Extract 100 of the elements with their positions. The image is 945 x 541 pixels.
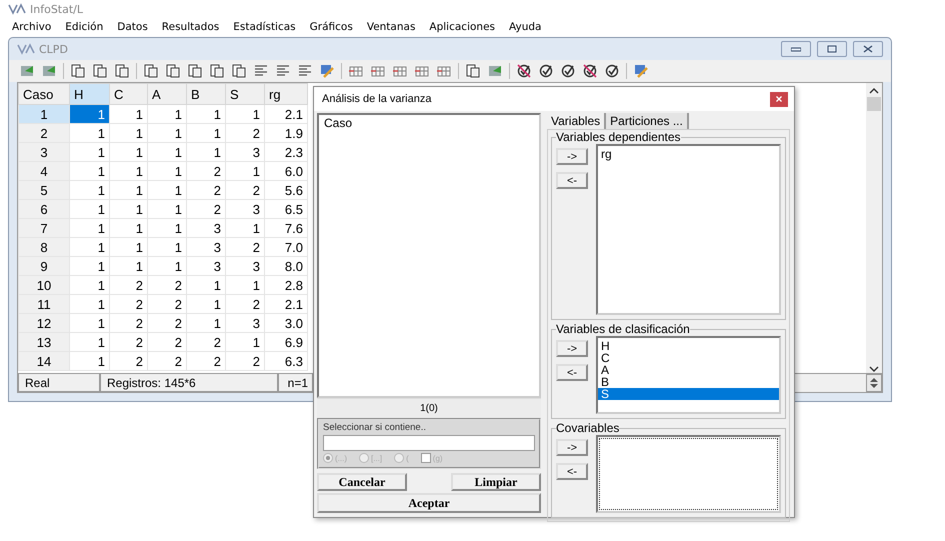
- table-cell: 2: [226, 238, 264, 256]
- table-cell: 2: [110, 314, 148, 332]
- spin-button[interactable]: [866, 374, 882, 392]
- table-cell: 1: [186, 276, 226, 294]
- close-button[interactable]: [770, 92, 788, 106]
- row-header[interactable]: 5: [18, 180, 70, 200]
- minimize-button[interactable]: [781, 41, 811, 57]
- row-header[interactable]: 2: [18, 124, 70, 142]
- tab[interactable]: Particiones ...: [606, 113, 689, 129]
- list-item[interactable]: B: [598, 376, 779, 388]
- column-header[interactable]: A: [148, 84, 186, 104]
- status-panel: Registros: 145*6: [100, 374, 278, 392]
- row-header[interactable]: 3: [18, 142, 70, 162]
- menu-item[interactable]: Ventanas: [366, 20, 416, 32]
- add-button[interactable]: ->: [556, 148, 588, 165]
- scroll-thumb[interactable]: [867, 97, 881, 111]
- table-cell: 1: [70, 180, 110, 200]
- list-item[interactable]: A: [598, 364, 779, 376]
- scroll-down-icon[interactable]: [869, 366, 879, 373]
- remove-button[interactable]: <-: [556, 364, 588, 381]
- add-button[interactable]: ->: [556, 439, 588, 456]
- check-icon[interactable]: [538, 63, 554, 79]
- table-cell: 1: [110, 238, 148, 256]
- row-header[interactable]: 14: [18, 352, 70, 370]
- window-title: CLPD: [39, 42, 68, 56]
- list-item[interactable]: C: [598, 352, 779, 364]
- paint-icon[interactable]: [319, 63, 335, 79]
- clear-button[interactable]: Limpiar: [451, 473, 541, 492]
- table-cell: 1: [148, 124, 186, 142]
- column-header[interactable]: S: [226, 84, 264, 104]
- menu-item[interactable]: Resultados: [162, 20, 220, 32]
- cancel-button[interactable]: Cancelar: [317, 473, 407, 492]
- target-list[interactable]: [596, 435, 781, 513]
- close-icon: [863, 45, 873, 53]
- menu-item[interactable]: Gráficos: [310, 20, 353, 32]
- column-header[interactable]: B: [186, 84, 226, 104]
- row-header[interactable]: 9: [18, 256, 70, 276]
- vertical-scrollbar[interactable]: [866, 83, 882, 373]
- table-cell: 3: [186, 256, 226, 276]
- remove-button[interactable]: <-: [556, 463, 588, 480]
- table-cell: 1: [186, 142, 226, 162]
- table-cell: 2: [148, 276, 186, 294]
- table-cell: 1: [226, 218, 264, 238]
- list-item[interactable]: H: [598, 340, 779, 352]
- table-cell: 3: [226, 200, 264, 218]
- list-item[interactable]: Caso: [321, 117, 537, 129]
- table-cell: 1: [70, 256, 110, 276]
- table-cell: 1: [148, 104, 186, 124]
- row-header[interactable]: 13: [18, 332, 70, 352]
- table-cell: 2.1: [264, 294, 308, 314]
- table-cell: 1: [148, 256, 186, 276]
- table-cell: 7.0: [264, 238, 308, 256]
- check-cross-icon[interactable]: [516, 63, 532, 79]
- menu-item[interactable]: Datos: [117, 20, 148, 32]
- menu-item[interactable]: Estadísticas: [233, 20, 296, 32]
- row-header[interactable]: 8: [18, 238, 70, 256]
- target-list[interactable]: rg: [596, 144, 781, 315]
- column-header[interactable]: H: [70, 84, 110, 104]
- column-header[interactable]: rg: [264, 84, 308, 104]
- accept-button[interactable]: Aceptar: [317, 493, 541, 513]
- target-list[interactable]: H C A B S: [596, 336, 781, 414]
- column-header[interactable]: C: [110, 84, 148, 104]
- menu-item[interactable]: Ayuda: [509, 20, 542, 32]
- row-header[interactable]: 11: [18, 294, 70, 314]
- table-cell: 1: [110, 104, 148, 124]
- menu-item[interactable]: Edición: [65, 20, 104, 32]
- row-header[interactable]: 4: [18, 162, 70, 180]
- group-title: Variables de clasificación: [556, 322, 690, 336]
- restore-button[interactable]: [817, 41, 847, 57]
- filter-field[interactable]: [323, 435, 535, 452]
- list-item[interactable]: S: [598, 388, 779, 400]
- column-header[interactable]: Caso: [18, 84, 70, 104]
- app-logo-icon: [8, 3, 26, 15]
- table-cell: 2: [110, 352, 148, 370]
- remove-button[interactable]: <-: [556, 172, 588, 189]
- table-cell: 6.3: [264, 352, 308, 370]
- menu-item[interactable]: Archivo: [12, 20, 52, 32]
- table-cell: 1: [148, 218, 186, 238]
- table-cell: 1: [148, 142, 186, 162]
- table-cell: 1: [70, 142, 110, 162]
- close-button[interactable]: [853, 41, 883, 57]
- table-cell: 6.5: [264, 200, 308, 218]
- row-header[interactable]: 10: [18, 276, 70, 294]
- list-item[interactable]: rg: [598, 148, 779, 160]
- row-header[interactable]: 6: [18, 200, 70, 218]
- table-cell: 1: [186, 314, 226, 332]
- table-cell: 1: [70, 200, 110, 218]
- add-button[interactable]: ->: [556, 340, 588, 357]
- row-header[interactable]: 12: [18, 314, 70, 332]
- check-cross-icon[interactable]: [582, 63, 598, 79]
- scroll-up-icon[interactable]: [869, 87, 879, 94]
- table-cell: 8.0: [264, 256, 308, 276]
- table-cell: 1: [226, 332, 264, 352]
- row-header[interactable]: 1: [18, 104, 70, 124]
- menu-item[interactable]: Aplicaciones: [429, 20, 496, 32]
- table-cell: 1: [148, 200, 186, 218]
- table-cell: 1: [70, 238, 110, 256]
- copy-icon[interactable]: [70, 63, 86, 79]
- row-header[interactable]: 7: [18, 218, 70, 238]
- table-cell: 1: [148, 162, 186, 180]
